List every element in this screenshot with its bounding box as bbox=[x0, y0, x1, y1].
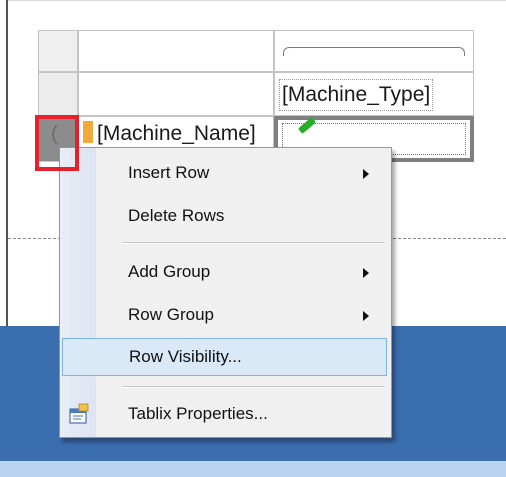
machine-name-field: [Machine_Name] bbox=[97, 122, 256, 145]
group-indicator-icon bbox=[83, 121, 93, 143]
header-cell-machine-type[interactable]: [Machine_Type] bbox=[274, 72, 474, 116]
menu-item-label: Insert Row bbox=[128, 163, 210, 182]
menu-item-label: Row Group bbox=[128, 305, 214, 324]
properties-icon bbox=[68, 403, 90, 425]
menu-separator bbox=[122, 242, 385, 244]
tablix-corner-handle[interactable] bbox=[38, 30, 78, 72]
menu-item-row-visibility[interactable]: Row Visibility... bbox=[62, 338, 387, 376]
menu-item-label: Tablix Properties... bbox=[128, 404, 268, 423]
menu-item-insert-row[interactable]: Insert Row bbox=[60, 156, 391, 190]
menu-item-add-group[interactable]: Add Group bbox=[60, 255, 391, 289]
column-handle-1[interactable] bbox=[78, 30, 274, 72]
submenu-arrow-icon bbox=[363, 268, 369, 278]
background-stripe bbox=[0, 461, 506, 477]
menu-item-label: Add Group bbox=[128, 262, 211, 281]
column-handle-2[interactable] bbox=[274, 30, 474, 72]
column-group-bracket bbox=[283, 47, 465, 56]
header-cell-empty[interactable] bbox=[78, 72, 274, 116]
report-left-border bbox=[6, 0, 8, 326]
menu-separator bbox=[122, 386, 385, 388]
menu-item-delete-rows[interactable]: Delete Rows bbox=[60, 199, 391, 233]
menu-item-tablix-properties[interactable]: Tablix Properties... bbox=[60, 397, 391, 431]
row-handle-header[interactable] bbox=[38, 72, 78, 116]
menu-item-label: Delete Rows bbox=[128, 206, 225, 225]
machine-type-field: [Machine_Type] bbox=[279, 79, 434, 111]
submenu-arrow-icon bbox=[363, 311, 369, 321]
submenu-arrow-icon bbox=[363, 169, 369, 179]
menu-icon-gutter bbox=[60, 148, 96, 437]
menu-item-label: Row Visibility... bbox=[129, 347, 242, 366]
menu-item-row-group[interactable]: Row Group bbox=[60, 298, 391, 332]
row-handle-highlight bbox=[35, 115, 79, 171]
context-menu: Insert Row Delete Rows Add Group Row Gro… bbox=[59, 147, 392, 438]
report-top-border bbox=[8, 0, 506, 1]
